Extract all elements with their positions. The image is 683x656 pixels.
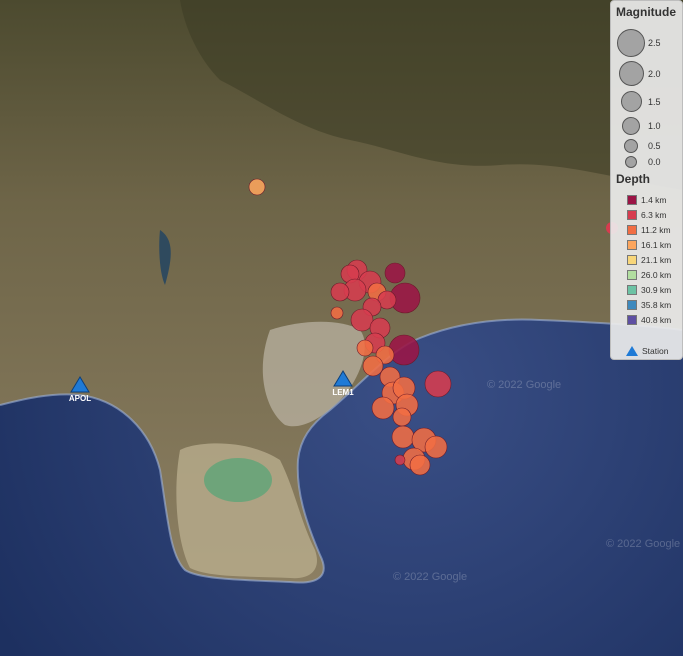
- earthquake-marker[interactable]: [424, 370, 452, 398]
- depth-label: 30.9 km: [641, 285, 672, 295]
- magnitude-label: 2.0: [648, 69, 661, 79]
- magnitude-item: 2.5: [611, 29, 683, 59]
- earthquake-marker[interactable]: [356, 339, 374, 357]
- depth-label: 1.4 km: [641, 195, 667, 205]
- magnitude-circle-icon: [625, 156, 637, 168]
- earthquake-marker[interactable]: [330, 306, 344, 320]
- depth-swatch: [627, 270, 637, 280]
- google-watermark: © 2022 Google: [606, 538, 681, 550]
- earthquake-marker[interactable]: [391, 425, 415, 449]
- station-triangle-icon: [626, 346, 638, 356]
- depth-swatch: [627, 210, 637, 220]
- depth-label: 16.1 km: [641, 240, 672, 250]
- depth-swatch: [627, 255, 637, 265]
- magnitude-circle-icon: [621, 91, 642, 112]
- google-watermark: © 2022 Google: [487, 379, 562, 391]
- earthquake-marker[interactable]: [248, 178, 266, 196]
- depth-swatch: [627, 225, 637, 235]
- depth-swatch: [627, 315, 637, 325]
- salt-lake: [204, 458, 272, 502]
- magnitude-circle-icon: [624, 139, 638, 153]
- magnitude-label: 1.5: [648, 97, 661, 107]
- earthquake-marker[interactable]: [424, 435, 448, 459]
- earthquake-marker[interactable]: [409, 454, 431, 476]
- magnitude-label: 1.0: [648, 121, 661, 131]
- station-legend-item: Station: [626, 346, 668, 356]
- magnitude-label: 0.0: [648, 157, 661, 167]
- magnitude-circle-icon: [617, 29, 645, 57]
- station-lem1-label: LEM1: [332, 388, 354, 397]
- depth-title: Depth: [616, 172, 650, 186]
- satellite-map[interactable]: APOL LEM1: [0, 0, 683, 656]
- earthquake-marker[interactable]: [384, 262, 406, 284]
- earthquake-marker[interactable]: [362, 355, 384, 377]
- magnitude-item: 2.0: [611, 61, 683, 91]
- depth-swatch: [627, 240, 637, 250]
- depth-label: 26.0 km: [641, 270, 672, 280]
- depth-swatch: [627, 300, 637, 310]
- earthquake-marker[interactable]: [394, 454, 406, 466]
- magnitude-circle-icon: [622, 117, 640, 135]
- depth-label: 35.8 km: [641, 300, 672, 310]
- magnitude-label: 0.5: [648, 141, 661, 151]
- depth-swatch: [627, 285, 637, 295]
- magnitude-title: Magnitude: [616, 5, 676, 19]
- earthquake-marker[interactable]: [392, 407, 412, 427]
- depth-label: 40.8 km: [641, 315, 672, 325]
- station-apol-label: APOL: [69, 394, 91, 403]
- earthquake-marker[interactable]: [388, 334, 420, 366]
- station-legend-label: Station: [642, 346, 669, 356]
- earthquake-marker[interactable]: [350, 308, 374, 332]
- map-legend: Magnitude 2.5 2.0 1.5 1.0 0.5 0.0 Depth …: [610, 0, 683, 360]
- magnitude-label: 2.5: [648, 38, 661, 48]
- google-watermark: © 2022 Google: [393, 571, 468, 583]
- earthquake-marker[interactable]: [330, 282, 350, 302]
- depth-label: 21.1 km: [641, 255, 672, 265]
- earthquake-marker[interactable]: [371, 396, 395, 420]
- depth-swatch: [627, 195, 637, 205]
- magnitude-circle-icon: [619, 61, 644, 86]
- depth-label: 6.3 km: [641, 210, 667, 220]
- depth-label: 11.2 km: [641, 225, 671, 235]
